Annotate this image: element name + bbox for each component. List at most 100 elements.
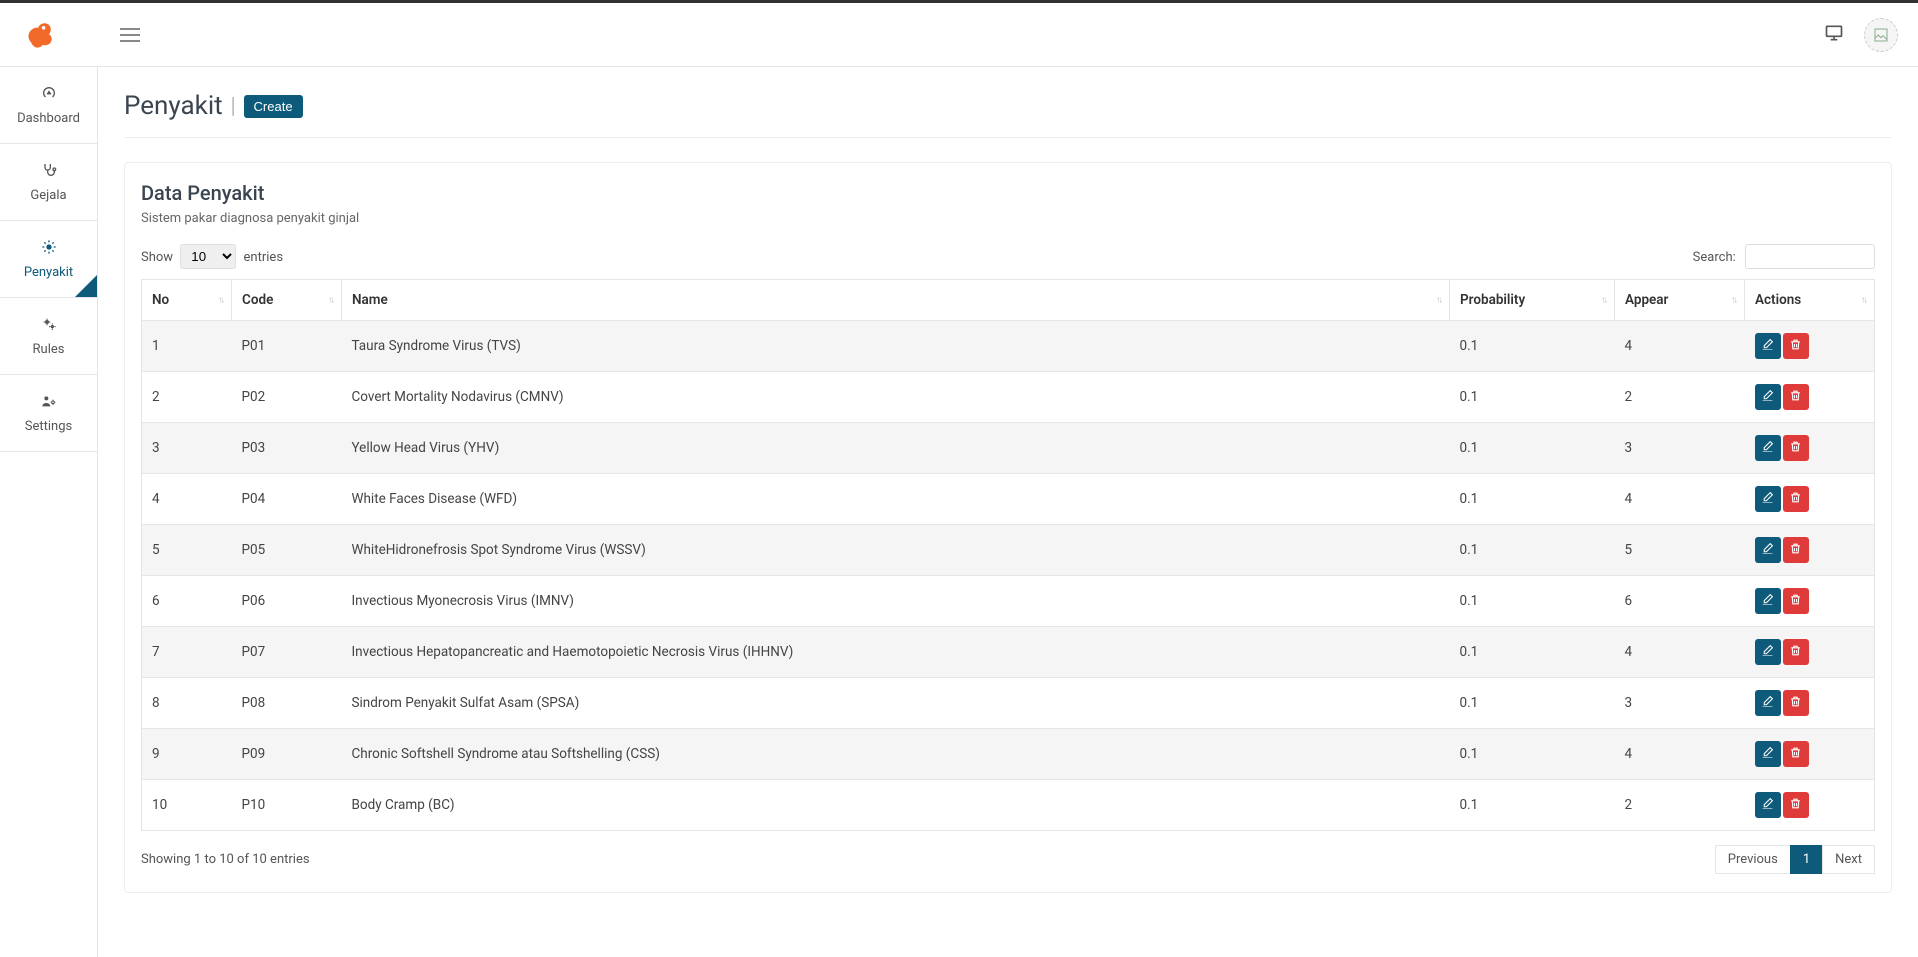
cell-no: 6 [142, 576, 232, 627]
cell-actions [1745, 780, 1875, 831]
edit-button[interactable] [1755, 486, 1781, 512]
cell-appear: 6 [1615, 576, 1745, 627]
cell-appear: 4 [1615, 729, 1745, 780]
table-row: 5P05WhiteHidronefrosis Spot Syndrome Vir… [142, 525, 1875, 576]
edit-button[interactable] [1755, 741, 1781, 767]
search-input[interactable] [1745, 244, 1875, 269]
delete-button[interactable] [1783, 639, 1809, 665]
delete-button[interactable] [1783, 486, 1809, 512]
sidebar-item-label: Penyakit [24, 265, 73, 280]
edit-button[interactable] [1755, 639, 1781, 665]
col-code[interactable]: Code↑↓ [232, 280, 342, 321]
table-row: 9P09Chronic Softshell Syndrome atau Soft… [142, 729, 1875, 780]
fullscreen-icon[interactable] [1824, 23, 1844, 47]
cell-probability: 0.1 [1450, 321, 1615, 372]
cell-probability: 0.1 [1450, 627, 1615, 678]
cell-appear: 5 [1615, 525, 1745, 576]
edit-icon [1761, 695, 1774, 711]
edit-button[interactable] [1755, 537, 1781, 563]
edit-button[interactable] [1755, 792, 1781, 818]
users-cog-icon [41, 393, 57, 413]
cell-no: 3 [142, 423, 232, 474]
trash-icon [1789, 644, 1802, 660]
delete-button[interactable] [1783, 690, 1809, 716]
cell-appear: 4 [1615, 627, 1745, 678]
sidebar-item-rules[interactable]: Rules [0, 298, 97, 375]
trash-icon [1789, 440, 1802, 456]
cell-appear: 4 [1615, 321, 1745, 372]
sidebar-item-penyakit[interactable]: Penyakit [0, 221, 97, 298]
col-name[interactable]: Name↑↓ [342, 280, 1450, 321]
col-appear[interactable]: Appear↑↓ [1615, 280, 1745, 321]
cell-appear: 4 [1615, 474, 1745, 525]
cell-code: P02 [232, 372, 342, 423]
delete-button[interactable] [1783, 435, 1809, 461]
cell-probability: 0.1 [1450, 474, 1615, 525]
create-button[interactable]: Create [244, 95, 303, 118]
search-control: Search: [1693, 244, 1875, 269]
delete-button[interactable] [1783, 384, 1809, 410]
delete-button[interactable] [1783, 588, 1809, 614]
page-title: Penyakit [124, 91, 223, 121]
cell-name: Invectious Hepatopancreatic and Haemotop… [342, 627, 1450, 678]
cell-no: 7 [142, 627, 232, 678]
length-control: Show 10 entries [141, 244, 283, 269]
card-subtitle: Sistem pakar diagnosa penyakit ginjal [141, 211, 1875, 226]
data-card: Data Penyakit Sistem pakar diagnosa peny… [124, 162, 1892, 893]
delete-button[interactable] [1783, 741, 1809, 767]
sidebar-item-gejala[interactable]: Gejala [0, 144, 97, 221]
trash-icon [1789, 491, 1802, 507]
edit-icon [1761, 644, 1774, 660]
edit-button[interactable] [1755, 435, 1781, 461]
pagination: Previous 1 Next [1716, 845, 1875, 874]
cell-probability: 0.1 [1450, 780, 1615, 831]
app-logo[interactable] [20, 15, 60, 55]
menu-toggle[interactable] [120, 28, 140, 42]
card-title: Data Penyakit [141, 181, 1875, 205]
cell-actions [1745, 474, 1875, 525]
cell-probability: 0.1 [1450, 525, 1615, 576]
edit-icon [1761, 440, 1774, 456]
virus-icon [41, 239, 57, 259]
col-probability[interactable]: Probability↑↓ [1450, 280, 1615, 321]
edit-button[interactable] [1755, 588, 1781, 614]
page-1[interactable]: 1 [1790, 845, 1823, 874]
length-select[interactable]: 10 [180, 244, 236, 269]
sidebar-item-dashboard[interactable]: Dashboard [0, 67, 97, 144]
sidebar: Dashboard Gejala Penyakit Rules Settings [0, 67, 98, 957]
edit-icon [1761, 593, 1774, 609]
sidebar-item-label: Dashboard [17, 111, 80, 126]
cell-actions [1745, 372, 1875, 423]
delete-button[interactable] [1783, 537, 1809, 563]
sidebar-item-label: Settings [25, 419, 72, 434]
cell-name: Covert Mortality Nodavirus (CMNV) [342, 372, 1450, 423]
table-row: 8P08Sindrom Penyakit Sulfat Asam (SPSA)0… [142, 678, 1875, 729]
table-row: 10P10Body Cramp (BC)0.12 [142, 780, 1875, 831]
col-actions[interactable]: Actions↑↓ [1745, 280, 1875, 321]
cell-actions [1745, 321, 1875, 372]
delete-button[interactable] [1783, 333, 1809, 359]
edit-button[interactable] [1755, 333, 1781, 359]
cell-appear: 3 [1615, 423, 1745, 474]
cell-no: 4 [142, 474, 232, 525]
data-table: No↑↓ Code↑↓ Name↑↓ Probability↑↓ Appear↑… [141, 279, 1875, 831]
col-no[interactable]: No↑↓ [142, 280, 232, 321]
page-next[interactable]: Next [1822, 845, 1875, 874]
trash-icon [1789, 695, 1802, 711]
cell-actions [1745, 423, 1875, 474]
sidebar-item-settings[interactable]: Settings [0, 375, 97, 452]
cell-code: P05 [232, 525, 342, 576]
trash-icon [1789, 593, 1802, 609]
edit-button[interactable] [1755, 690, 1781, 716]
edit-icon [1761, 542, 1774, 558]
cell-no: 10 [142, 780, 232, 831]
edit-button[interactable] [1755, 384, 1781, 410]
cell-actions [1745, 576, 1875, 627]
cell-code: P01 [232, 321, 342, 372]
page-prev[interactable]: Previous [1715, 845, 1791, 874]
avatar[interactable] [1864, 18, 1898, 52]
main-content: Penyakit | Create Data Penyakit Sistem p… [98, 67, 1918, 957]
delete-button[interactable] [1783, 792, 1809, 818]
cell-probability: 0.1 [1450, 423, 1615, 474]
table-row: 7P07Invectious Hepatopancreatic and Haem… [142, 627, 1875, 678]
